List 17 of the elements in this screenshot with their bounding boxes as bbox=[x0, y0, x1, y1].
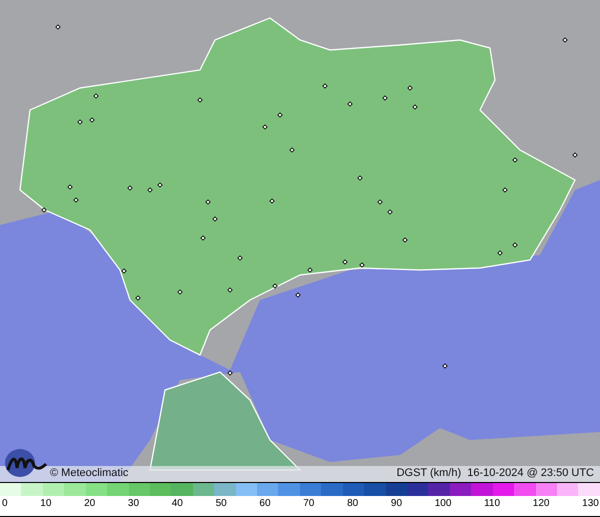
scale-label: 70 bbox=[303, 498, 314, 511]
scale-label: 20 bbox=[84, 498, 96, 511]
scale-label: 0 bbox=[2, 498, 8, 511]
scale-label: 60 bbox=[259, 498, 271, 511]
scale-label: 110 bbox=[484, 498, 500, 511]
scale-label: 100 bbox=[434, 498, 452, 511]
scale-label: 80 bbox=[347, 498, 358, 511]
credit-text: © Meteoclimatic bbox=[50, 467, 128, 479]
scale-label: 10 bbox=[40, 498, 52, 511]
timestamp-text: DGST (km/h) 16-10-2024 @ 23:50 UTC bbox=[396, 467, 594, 479]
scale-label: 50 bbox=[216, 498, 227, 511]
scale-label: 120 bbox=[532, 498, 550, 511]
scale-label: 90 bbox=[390, 498, 402, 511]
scale-label: 130 bbox=[582, 498, 599, 511]
scale-label: 30 bbox=[128, 498, 140, 511]
scale-label: 40 bbox=[172, 498, 183, 511]
logo-icon bbox=[4, 448, 48, 478]
